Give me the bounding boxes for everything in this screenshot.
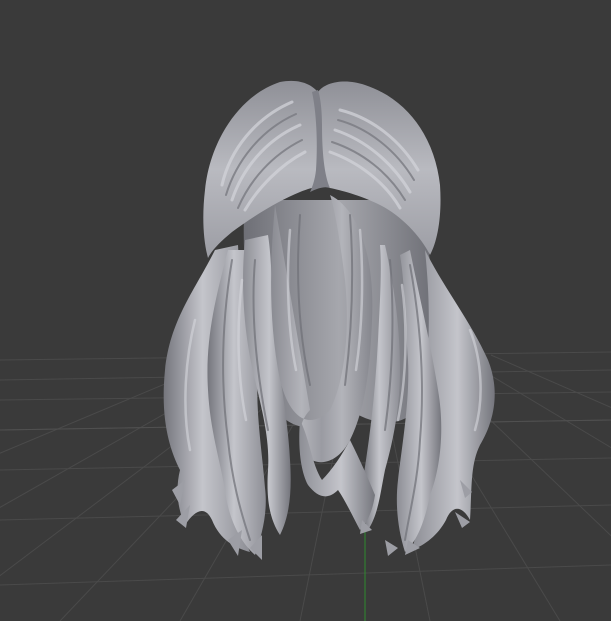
grid-line-receding <box>490 354 611 408</box>
viewport-canvas[interactable] <box>0 0 611 621</box>
grid-line-horizontal <box>0 504 611 521</box>
hair-model[interactable] <box>163 80 495 560</box>
grid-line-horizontal <box>0 564 611 586</box>
3d-viewport[interactable] <box>0 0 611 621</box>
